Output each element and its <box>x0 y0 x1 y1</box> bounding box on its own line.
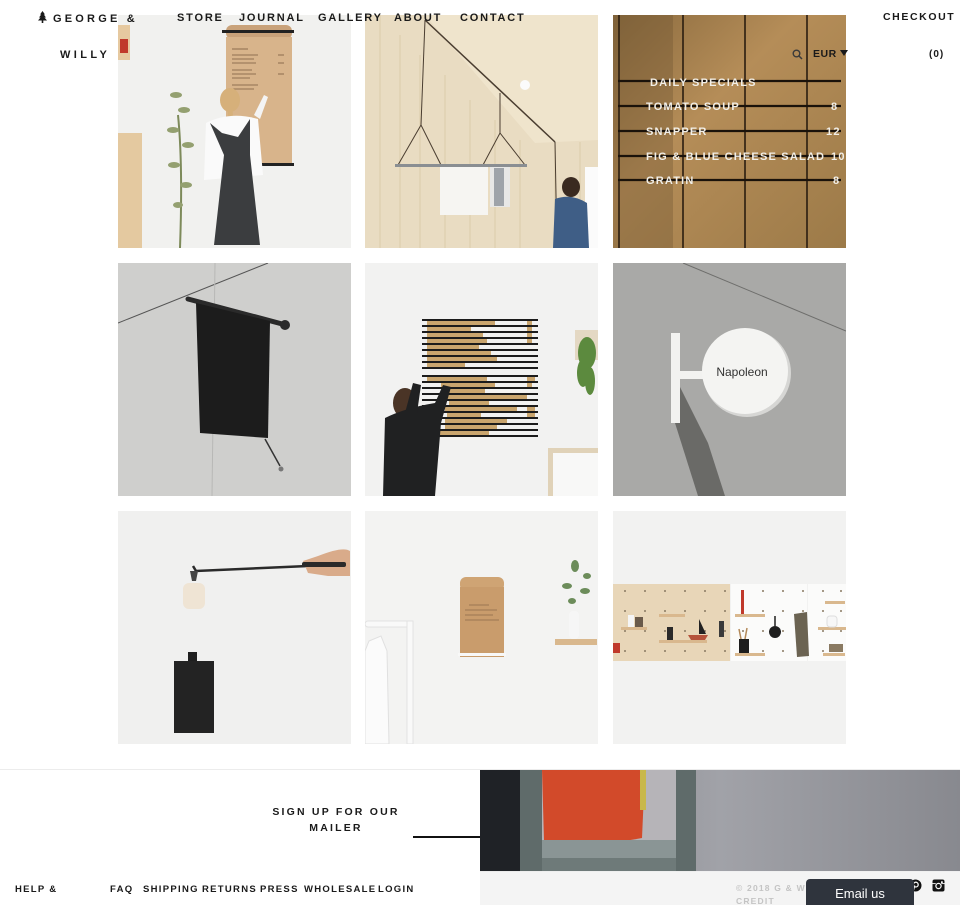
board-title-text: DAILY SPECIALS <box>650 77 757 89</box>
gallery-tile-wall-banner[interactable] <box>118 263 351 496</box>
napoleon-sign-image: Napoleon <box>613 263 846 496</box>
footer-link-returns[interactable]: RETURNS <box>202 884 257 895</box>
workshop-photo <box>480 770 960 872</box>
footer-photo-band <box>480 770 960 872</box>
currency-value: EUR <box>813 48 837 60</box>
sign-text: Napoleon <box>716 365 767 379</box>
tree-logo-icon <box>38 11 47 23</box>
gallery-tile-drying-rack[interactable] <box>365 15 598 248</box>
currency-selector[interactable]: EUR <box>813 48 848 60</box>
gallery-tile-letter-board[interactable] <box>365 263 598 496</box>
paper-roll-apron-image <box>118 15 351 248</box>
gallery-tile-napoleon-sign[interactable]: Napoleon <box>613 263 846 496</box>
nav-store[interactable]: STORE <box>177 11 224 25</box>
gallery-tile-paper-roll-apron[interactable] <box>118 15 351 248</box>
footer-link-shipping[interactable]: SHIPPING <box>143 884 199 895</box>
daily-specials-image: DAILY SPECIALS TOMATO SOUP 8 SNAPPER 12 … <box>613 15 846 248</box>
nav-about[interactable]: ABOUT <box>394 11 442 25</box>
board-item-name: TOMATO SOUP <box>646 101 740 113</box>
mailer-email-input[interactable] <box>413 828 480 838</box>
help-heading: HELP & <box>15 884 58 895</box>
board-item-price: 8 <box>831 101 838 113</box>
board-item-name: SNAPPER <box>646 126 708 138</box>
board-item-price: 8 <box>833 175 840 187</box>
pegboard-image <box>613 511 846 744</box>
letter-board-image <box>365 263 598 496</box>
gallery-tile-pegboard[interactable] <box>613 511 846 744</box>
instagram-icon[interactable] <box>932 879 945 892</box>
footer-link-login[interactable]: LOGIN <box>378 884 415 895</box>
nav-journal[interactable]: JOURNAL <box>239 11 305 25</box>
mailer-title: SIGN UP FOR OUR MAILER <box>272 806 400 834</box>
copyright-text: © 2018 G & W S <box>736 883 817 893</box>
logo-link[interactable]: GEORGE & <box>38 11 138 26</box>
gallery-tile-daily-specials[interactable]: DAILY SPECIALS TOMATO SOUP 8 SNAPPER 12 … <box>613 15 846 248</box>
nav-contact[interactable]: CONTACT <box>460 11 526 25</box>
cart-count[interactable]: (0) <box>929 49 944 60</box>
checkout-link[interactable]: CHECKOUT <box>883 11 955 23</box>
board-item-price: 12 <box>826 126 841 138</box>
nav-gallery[interactable]: GALLERY <box>318 11 383 25</box>
board-item-price: 10 <box>831 151 846 163</box>
logo-text-line1: GEORGE & <box>53 13 138 25</box>
gallery-tile-candle-snuffer[interactable] <box>118 511 351 744</box>
board-item-name: FIG & BLUE CHEESE SALAD <box>646 151 825 163</box>
site-footer: HELP & FAQ SHIPPING RETURNS PRESS WHOLES… <box>0 871 960 905</box>
logo-text-line2[interactable]: WILLY <box>60 49 110 61</box>
wall-banner-image <box>118 263 351 496</box>
gallery-tile-small-paper-roll[interactable] <box>365 511 598 744</box>
email-us-button[interactable]: Email us <box>806 879 914 905</box>
footer-link-press[interactable]: PRESS <box>260 884 299 895</box>
caret-down-icon <box>839 50 848 56</box>
copyright: © 2018 G & W S CREDIT <box>736 882 816 905</box>
credit-link[interactable]: CREDIT <box>736 896 775 905</box>
search-icon[interactable] <box>792 49 803 60</box>
board-item-name: GRATIN <box>646 175 695 187</box>
drying-rack-image <box>365 15 598 248</box>
candle-snuffer-image <box>118 511 351 744</box>
small-paper-roll-image <box>365 511 598 744</box>
footer-link-faq[interactable]: FAQ <box>110 884 133 895</box>
footer-link-wholesale[interactable]: WHOLESALE <box>304 884 376 895</box>
